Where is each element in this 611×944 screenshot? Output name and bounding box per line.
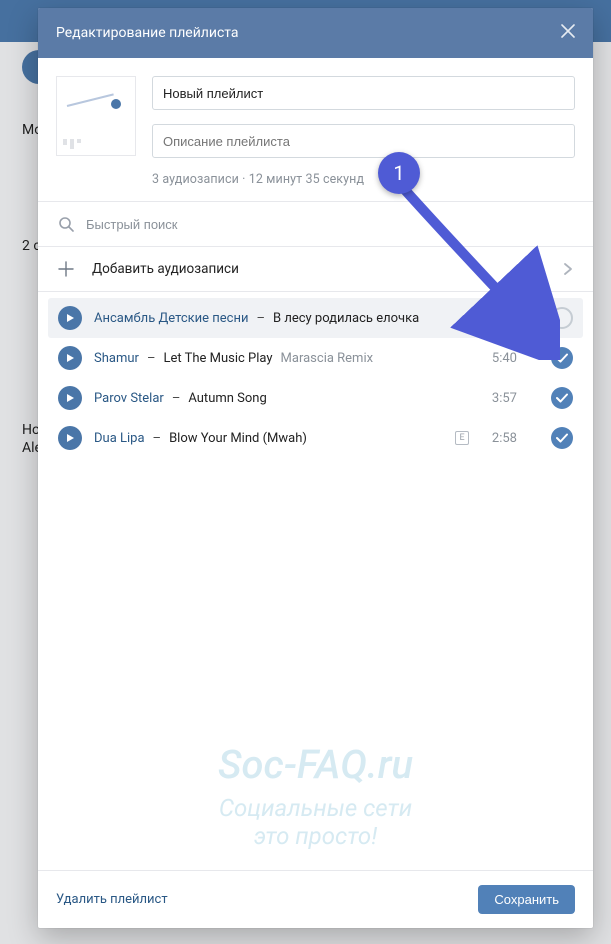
track-duration: 5:40	[481, 351, 517, 366]
delete-playlist-link[interactable]: Удалить плейлист	[56, 892, 168, 907]
track-artist[interactable]: Dua Lipa	[94, 431, 145, 446]
dash-separator: –	[172, 391, 181, 406]
track-duration: 3:57	[481, 391, 517, 406]
check-icon	[556, 353, 568, 363]
track-content: Dua Lipa–Blow Your Mind (Mwah)	[94, 431, 443, 446]
playlist-stats: 3 аудиозаписи · 12 минут 35 секунд	[152, 172, 575, 187]
add-label: Добавить аудиозаписи	[92, 261, 545, 277]
progress-indicator	[477, 326, 517, 328]
dash-separator: –	[153, 431, 162, 446]
play-icon	[65, 353, 75, 363]
play-button[interactable]	[58, 306, 82, 330]
track-duration: 2:58	[481, 431, 517, 446]
close-icon	[561, 24, 575, 38]
search-icon	[58, 216, 74, 232]
chevron-right-icon	[563, 262, 573, 276]
modal-footer: Удалить плейлист Сохранить	[38, 870, 593, 928]
modal-header: Редактирование плейлиста	[38, 8, 593, 58]
track-row[interactable]: Ансамбль Детские песни–В лесу родилась е…	[48, 298, 583, 338]
explicit-badge: E	[455, 431, 469, 445]
playlist-edit-modal: Редактирование плейлиста 3 аудиозаписи ·…	[38, 8, 593, 928]
search-input[interactable]	[86, 217, 573, 232]
modal-title: Редактирование плейлиста	[56, 25, 561, 41]
track-selected-toggle[interactable]	[551, 347, 573, 369]
check-icon	[556, 393, 568, 403]
search-row	[38, 202, 593, 246]
track-title: Blow Your Mind (Mwah)	[169, 431, 307, 446]
playlist-name-input[interactable]	[152, 76, 575, 110]
playlist-cover[interactable]	[56, 76, 136, 156]
check-icon	[556, 433, 568, 443]
track-title: Autumn Song	[188, 391, 266, 406]
track-duration: 2:09	[481, 308, 517, 323]
track-duration-active: 2:09	[477, 308, 517, 328]
track-row[interactable]: Parov Stelar–Autumn Song 3:57	[48, 378, 583, 418]
track-title: Let The Music Play	[163, 351, 272, 366]
play-icon	[65, 433, 75, 443]
play-button[interactable]	[58, 386, 82, 410]
track-content: Shamur–Let The Music Play Marascia Remix	[94, 351, 469, 366]
dash-separator: –	[256, 311, 265, 326]
track-remix: Marascia Remix	[281, 351, 374, 366]
track-artist[interactable]: Shamur	[94, 351, 139, 366]
close-button[interactable]	[561, 24, 575, 42]
track-artist[interactable]: Parov Stelar	[94, 391, 164, 406]
track-list: Ансамбль Детские песни–В лесу родилась е…	[38, 292, 593, 870]
track-row[interactable]: Dua Lipa–Blow Your Mind (Mwah) E 2:58	[48, 418, 583, 458]
track-row[interactable]: Shamur–Let The Music Play Marascia Remix 5…	[48, 338, 583, 378]
play-button[interactable]	[58, 426, 82, 450]
track-title: В лесу родилась елочка	[273, 311, 419, 326]
playlist-duration: 12 минут 35 секунд	[249, 172, 364, 187]
play-icon	[65, 393, 75, 403]
play-button[interactable]	[58, 346, 82, 370]
add-tracks-button[interactable]: Добавить аудиозаписи	[38, 247, 593, 291]
track-content: Ансамбль Детские песни–В лесу родилась е…	[94, 311, 465, 326]
playlist-meta-section: 3 аудиозаписи · 12 минут 35 секунд	[38, 58, 593, 201]
dash-separator: –	[147, 351, 156, 366]
save-button[interactable]: Сохранить	[478, 885, 575, 914]
track-content: Parov Stelar–Autumn Song	[94, 391, 469, 406]
track-selected-toggle[interactable]	[551, 387, 573, 409]
track-count: 3 аудиозаписи	[152, 172, 239, 187]
track-selected-toggle[interactable]	[551, 307, 573, 329]
play-icon	[65, 313, 75, 323]
track-artist[interactable]: Ансамбль Детские песни	[94, 311, 248, 326]
track-selected-toggle[interactable]	[551, 427, 573, 449]
plus-icon	[58, 261, 74, 277]
playlist-inputs: 3 аудиозаписи · 12 минут 35 секунд	[152, 76, 575, 187]
playlist-description-input[interactable]	[152, 124, 575, 158]
